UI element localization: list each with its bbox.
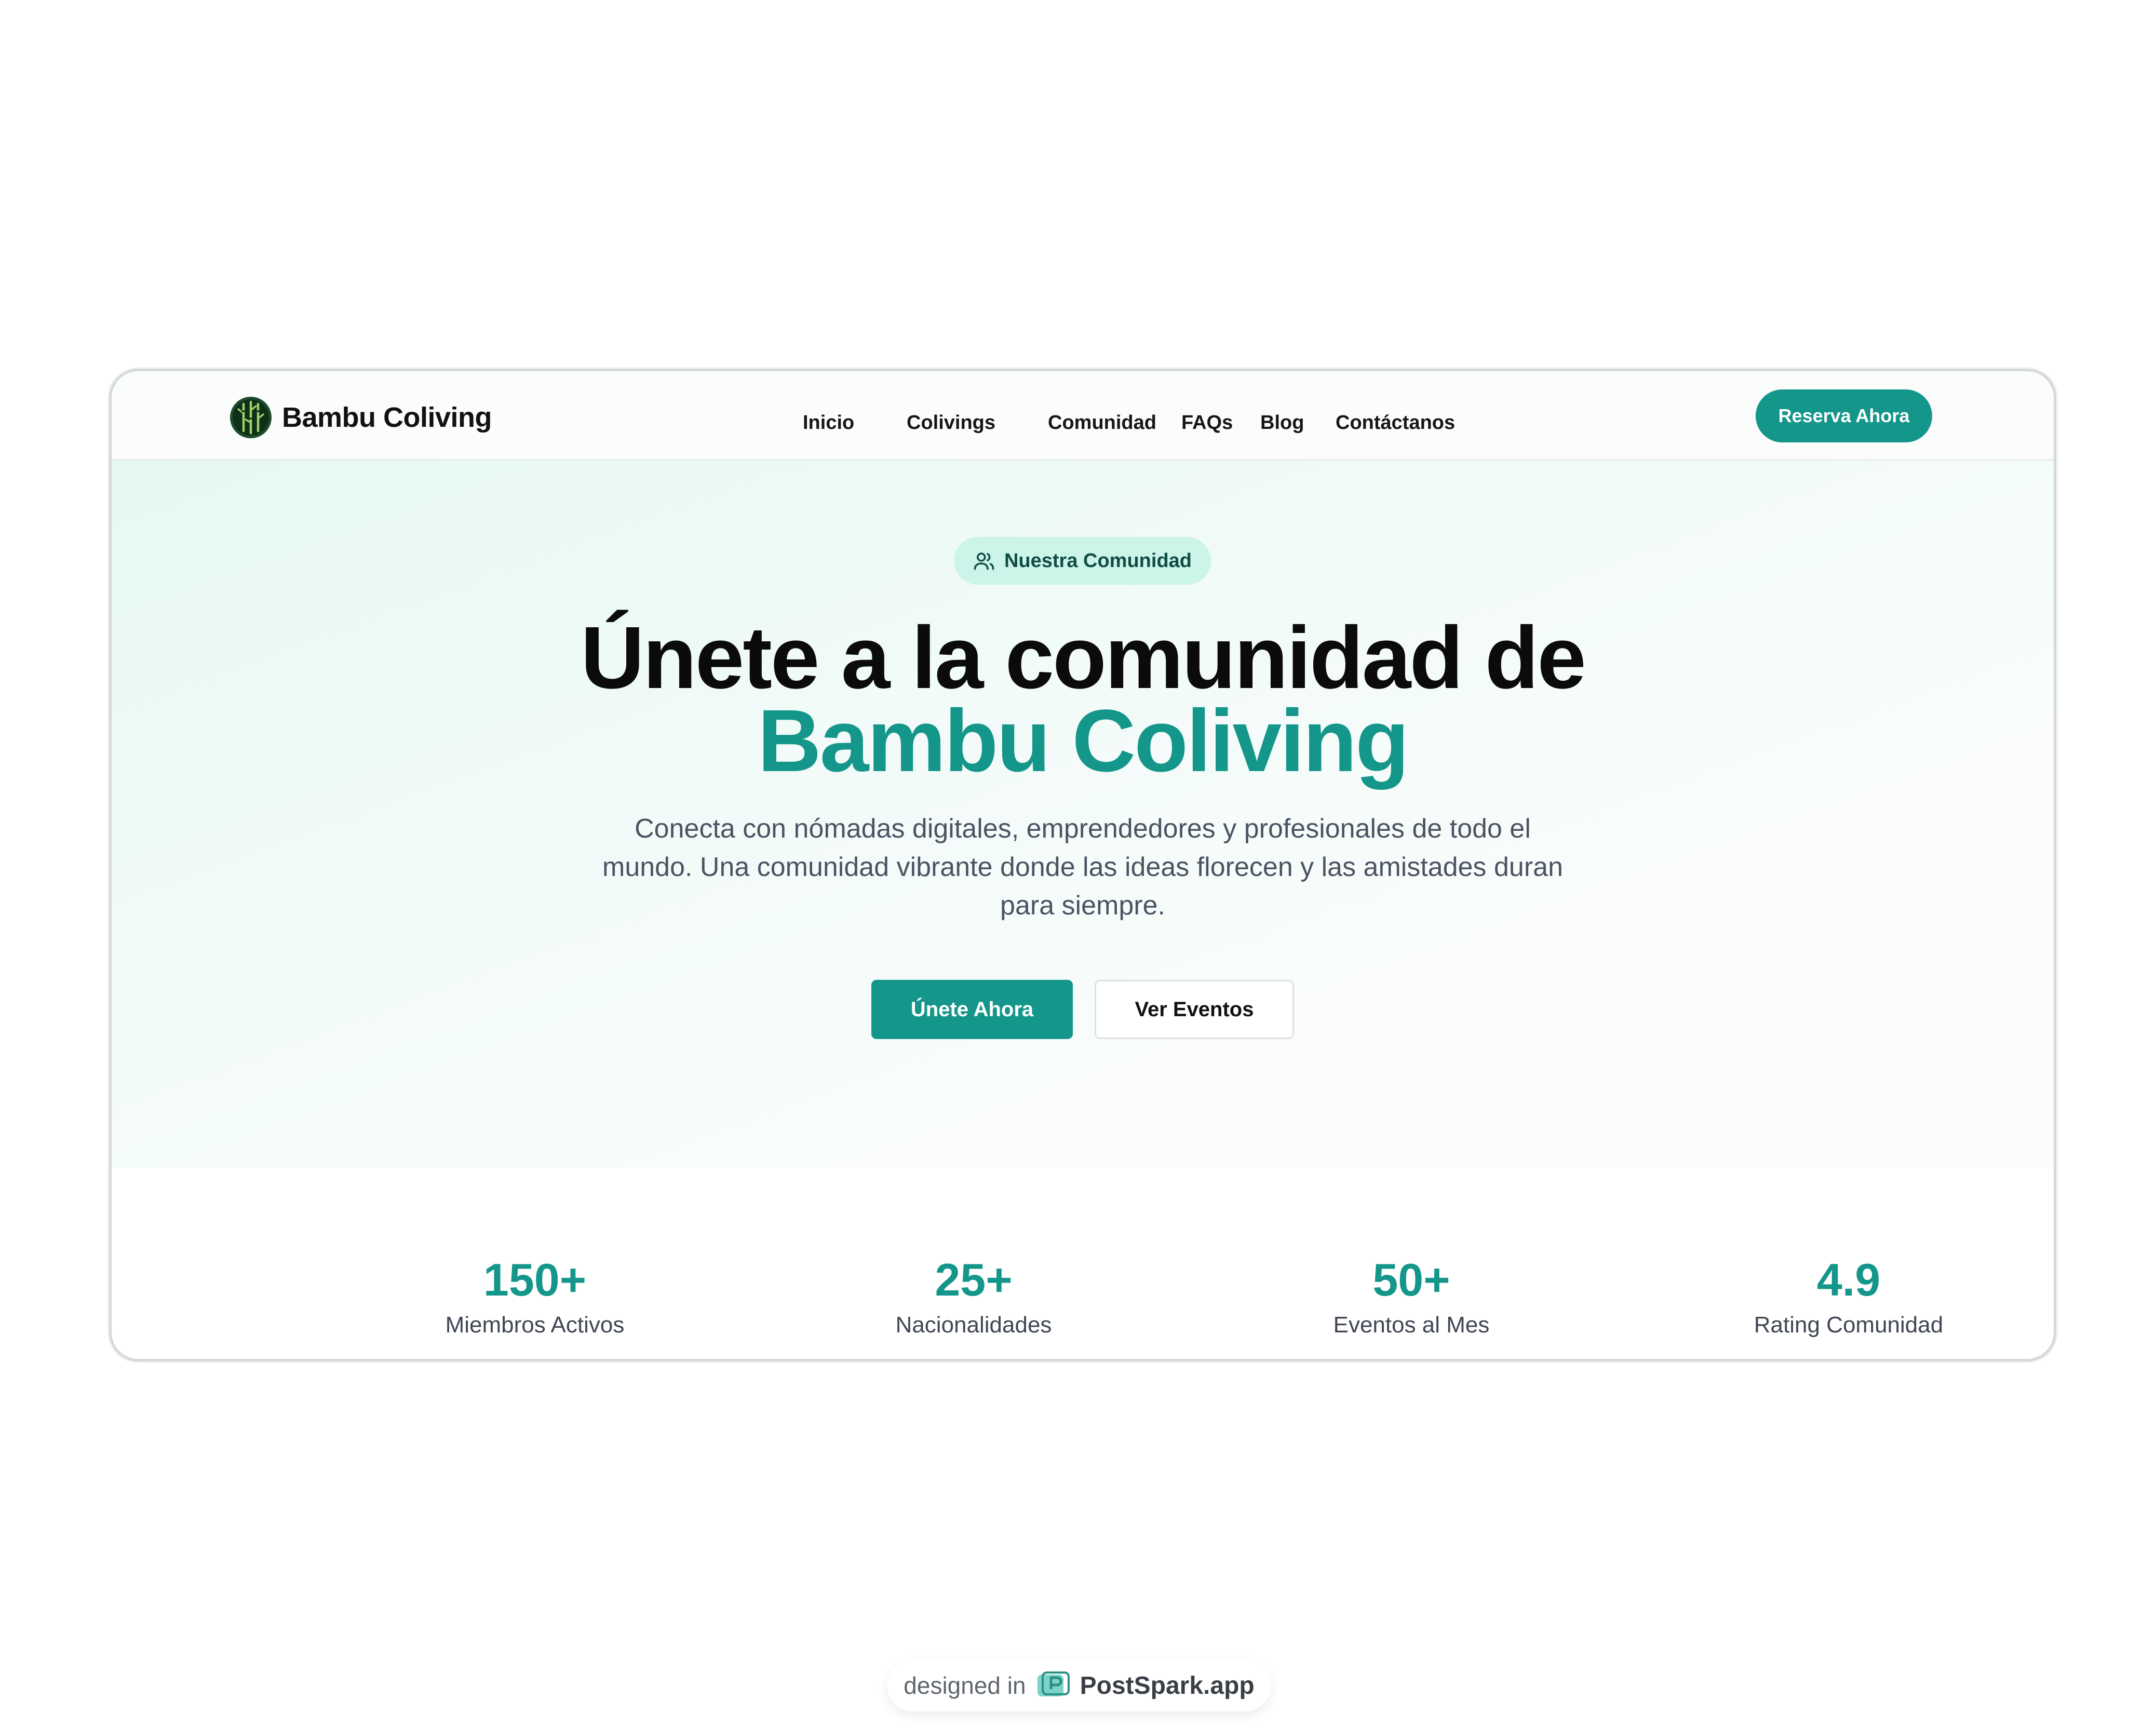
hero-title-line2: Bambu Coliving xyxy=(758,692,1409,790)
hero-section: Nuestra Comunidad Únete a la comunidad d… xyxy=(112,461,2054,1168)
top-navigation: Bambu Coliving Inicio Colivings Comunida… xyxy=(112,371,2054,461)
stat-item: 50+ Eventos al Mes xyxy=(1256,1254,1567,1338)
hero-title: Únete a la comunidad de Bambu Coliving xyxy=(112,614,2054,790)
designed-in-label: designed in xyxy=(904,1672,1026,1699)
bamboo-logo-icon xyxy=(230,397,272,438)
stat-value: 4.9 xyxy=(1816,1254,1881,1305)
nav-link-inicio[interactable]: Inicio xyxy=(803,411,854,435)
stat-value: 150+ xyxy=(483,1254,587,1305)
users-icon xyxy=(974,552,994,570)
nav-link-colivings[interactable]: Colivings xyxy=(907,411,995,435)
stat-item: 150+ Miembros Activos xyxy=(379,1254,691,1338)
nav-link-comunidad[interactable]: Comunidad xyxy=(1048,411,1156,435)
postspark-icon xyxy=(1037,1671,1070,1696)
browser-frame: Bambu Coliving Inicio Colivings Comunida… xyxy=(109,369,2056,1361)
nav-link-faqs[interactable]: FAQs xyxy=(1181,411,1233,435)
hero-description: Conecta con nómadas digitales, emprended… xyxy=(602,814,1563,921)
stat-label: Miembros Activos xyxy=(445,1312,625,1338)
unete-ahora-button[interactable]: Únete Ahora xyxy=(871,980,1073,1039)
badge-label: Nuestra Comunidad xyxy=(1004,549,1192,572)
stat-item: 4.9 Rating Comunidad xyxy=(1693,1254,2004,1338)
stat-label: Nacionalidades xyxy=(895,1312,1052,1338)
stat-label: Eventos al Mes xyxy=(1333,1312,1490,1338)
ver-eventos-button[interactable]: Ver Eventos xyxy=(1095,980,1294,1039)
nav-link-contactanos[interactable]: Contáctanos xyxy=(1336,411,1455,435)
stat-label: Rating Comunidad xyxy=(1754,1312,1944,1338)
stat-value: 25+ xyxy=(935,1254,1013,1305)
brand-name: Bambu Coliving xyxy=(282,402,492,433)
reserva-ahora-button[interactable]: Reserva Ahora xyxy=(1756,389,1932,442)
stat-item: 25+ Nacionalidades xyxy=(818,1254,1129,1338)
designed-in-badge[interactable]: designed in PostSpark.app xyxy=(887,1660,1271,1711)
stat-value: 50+ xyxy=(1372,1254,1450,1305)
nav-link-blog[interactable]: Blog xyxy=(1260,411,1304,435)
brand[interactable]: Bambu Coliving xyxy=(229,396,492,439)
community-badge: Nuestra Comunidad xyxy=(954,537,1211,585)
postspark-brand: PostSpark.app xyxy=(1080,1671,1255,1700)
